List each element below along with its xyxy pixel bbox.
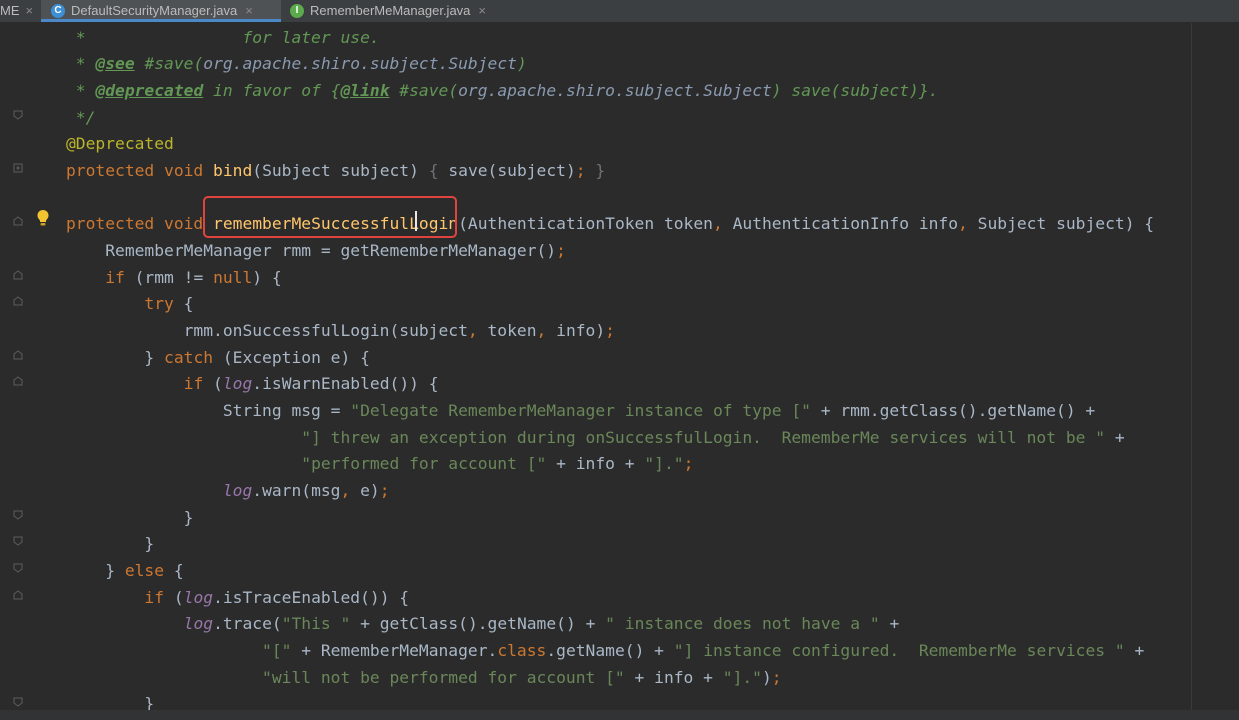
editor-tab-bar: ME × C DefaultSecurityManager.java × I Remem…: [0, 0, 1239, 23]
code-editor[interactable]: * for later use. * @see #save(org.apache…: [40, 23, 1239, 720]
close-icon[interactable]: ×: [26, 3, 34, 18]
code-line: }: [66, 534, 155, 553]
code-line: } catch (Exception e) {: [66, 348, 370, 367]
expand-icon[interactable]: [13, 163, 23, 173]
fold-icon[interactable]: [13, 536, 23, 546]
fold-icon[interactable]: [13, 350, 23, 360]
fold-icon[interactable]: [13, 510, 23, 520]
fold-icon[interactable]: [13, 590, 23, 600]
tab-label: DefaultSecurityManager.java: [71, 3, 238, 18]
fold-icon[interactable]: [13, 376, 23, 386]
code-line: "[" + RememberMeManager.class.getName() …: [262, 641, 1145, 660]
code-line: try {: [144, 294, 194, 313]
fold-icon[interactable]: [13, 697, 23, 707]
code-line: if (log.isTraceEnabled()) {: [144, 588, 410, 607]
code-line: protected void bind(Subject subject) { s…: [66, 161, 606, 180]
fold-icon[interactable]: [13, 110, 23, 120]
code-line: * for later use.: [66, 28, 380, 47]
fold-icon[interactable]: [13, 296, 23, 306]
fold-icon[interactable]: [13, 216, 23, 226]
code-line: * @deprecated in favor of {@link #save(o…: [66, 81, 939, 100]
code-line: log.trace("This " + getClass().getName()…: [183, 614, 900, 633]
code-line: RememberMeManager rmm = getRememberMeMan…: [66, 241, 566, 260]
code-line: rmm.onSuccessfulLogin(subject, token, in…: [66, 321, 615, 340]
tab-partial[interactable]: ME ×: [0, 0, 40, 22]
code-line: String msg = "Delegate RememberMeManager…: [66, 401, 1096, 420]
tab-label: RememberMeManager.java: [310, 3, 471, 18]
tab-default-security-manager[interactable]: C DefaultSecurityManager.java ×: [41, 0, 281, 22]
code-line: * @see #save(org.apache.shiro.subject.Su…: [66, 54, 527, 73]
text-caret: [415, 211, 417, 231]
code-line: } else {: [66, 561, 184, 580]
tab-label: ME: [0, 3, 20, 18]
code-line: log.warn(msg, e);: [222, 481, 390, 500]
class-icon: C: [51, 3, 65, 18]
code-line: @Deprecated: [66, 134, 174, 153]
code-line: }: [66, 508, 194, 527]
fold-icon[interactable]: [13, 270, 23, 280]
lightbulb-icon[interactable]: [36, 209, 50, 227]
editor-gutter: [0, 23, 40, 720]
code-line: if (rmm != null) {: [105, 268, 282, 287]
code-line: "performed for account [" + info + "].";: [301, 454, 694, 473]
interface-icon: I: [290, 3, 304, 18]
code-line: "will not be performed for account [" + …: [262, 668, 782, 687]
close-icon[interactable]: ×: [478, 3, 486, 18]
code-line: if (log.isWarnEnabled()) {: [183, 374, 439, 393]
tab-remember-me-manager[interactable]: I RememberMeManager.java ×: [282, 0, 512, 22]
highlight-box: [203, 196, 457, 238]
code-line: "] threw an exception during onSuccessfu…: [301, 428, 1125, 447]
fold-icon[interactable]: [13, 563, 23, 573]
close-icon[interactable]: ×: [245, 3, 253, 18]
bottom-bar: [0, 710, 1239, 720]
code-line: */: [66, 108, 96, 127]
